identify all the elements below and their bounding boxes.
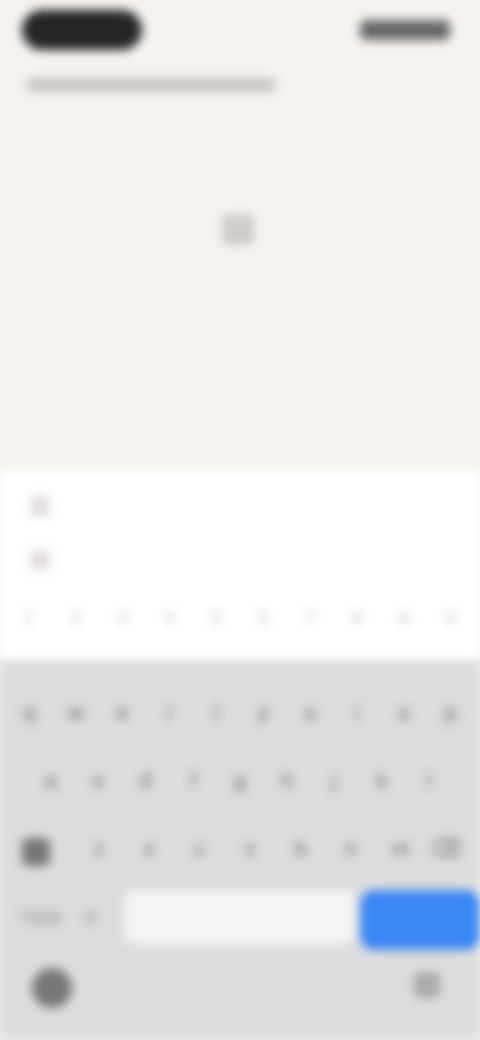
space-key[interactable] bbox=[125, 890, 355, 944]
key-i[interactable]: i bbox=[338, 700, 376, 726]
backspace-icon[interactable]: ⌫ bbox=[430, 836, 461, 862]
key-k[interactable]: k bbox=[363, 768, 401, 794]
suggestion-icon bbox=[30, 496, 50, 516]
key-m[interactable]: m bbox=[382, 836, 420, 862]
status-bar-pill bbox=[22, 10, 142, 50]
key-e[interactable]: e bbox=[104, 700, 142, 726]
emoji-icon[interactable]: ☺ bbox=[80, 906, 100, 929]
key-u[interactable]: u bbox=[291, 700, 329, 726]
key-9[interactable]: 9 bbox=[385, 610, 423, 628]
keyboard-switch-icon[interactable] bbox=[32, 968, 72, 1008]
suggestion-icon bbox=[30, 550, 50, 570]
suggestions-panel bbox=[0, 470, 480, 660]
key-7[interactable]: 7 bbox=[291, 610, 329, 628]
number-row: 1 2 3 4 5 6 7 8 9 0 bbox=[10, 610, 470, 628]
key-8[interactable]: 8 bbox=[338, 610, 376, 628]
key-5[interactable]: 5 bbox=[198, 610, 236, 628]
key-g[interactable]: g bbox=[221, 768, 259, 794]
key-f[interactable]: f bbox=[174, 768, 212, 794]
keyboard-footer bbox=[0, 960, 480, 1020]
key-a[interactable]: a bbox=[32, 768, 70, 794]
blurred-screen: ▤ 1 2 3 4 5 6 7 8 9 0 q w e r t y u i o bbox=[0, 0, 480, 1040]
key-d[interactable]: d bbox=[127, 768, 165, 794]
backspace-key-wrap: ⌫ bbox=[430, 836, 461, 862]
shift-key[interactable] bbox=[22, 838, 50, 866]
key-j[interactable]: j bbox=[316, 768, 354, 794]
microphone-icon[interactable] bbox=[414, 972, 440, 998]
document-icon: ▤ bbox=[220, 206, 255, 247]
symbols-key[interactable]: ?123 bbox=[20, 908, 60, 929]
keyboard-bottom-row: ?123 ☺ bbox=[10, 890, 480, 950]
key-o[interactable]: o bbox=[385, 700, 423, 726]
key-6[interactable]: 6 bbox=[244, 610, 282, 628]
action-key[interactable] bbox=[360, 890, 480, 950]
keyboard-row-2: a s d f g h j k l bbox=[32, 768, 448, 794]
key-h[interactable]: h bbox=[268, 768, 306, 794]
key-x[interactable]: x bbox=[130, 836, 168, 862]
key-t[interactable]: t bbox=[198, 700, 236, 726]
keyboard-row-1: q w e r t y u i o p bbox=[10, 700, 470, 726]
key-y[interactable]: y bbox=[244, 700, 282, 726]
key-3[interactable]: 3 bbox=[104, 610, 142, 628]
status-icons bbox=[360, 20, 450, 40]
suggestion-item[interactable] bbox=[30, 488, 460, 524]
key-l[interactable]: l bbox=[410, 768, 448, 794]
suggestion-item[interactable] bbox=[30, 542, 460, 578]
key-n[interactable]: n bbox=[332, 836, 370, 862]
key-4[interactable]: 4 bbox=[151, 610, 189, 628]
key-p[interactable]: p bbox=[432, 700, 470, 726]
key-v[interactable]: v bbox=[231, 836, 269, 862]
key-z[interactable]: z bbox=[80, 836, 118, 862]
key-s[interactable]: s bbox=[79, 768, 117, 794]
key-r[interactable]: r bbox=[151, 700, 189, 726]
key-2[interactable]: 2 bbox=[57, 610, 95, 628]
key-0[interactable]: 0 bbox=[432, 610, 470, 628]
header-text bbox=[26, 78, 276, 92]
key-c[interactable]: c bbox=[181, 836, 219, 862]
key-b[interactable]: b bbox=[281, 836, 319, 862]
keyboard-row-3: z x c v b n m bbox=[80, 836, 420, 862]
key-1[interactable]: 1 bbox=[10, 610, 48, 628]
key-w[interactable]: w bbox=[57, 700, 95, 726]
key-q[interactable]: q bbox=[10, 700, 48, 726]
